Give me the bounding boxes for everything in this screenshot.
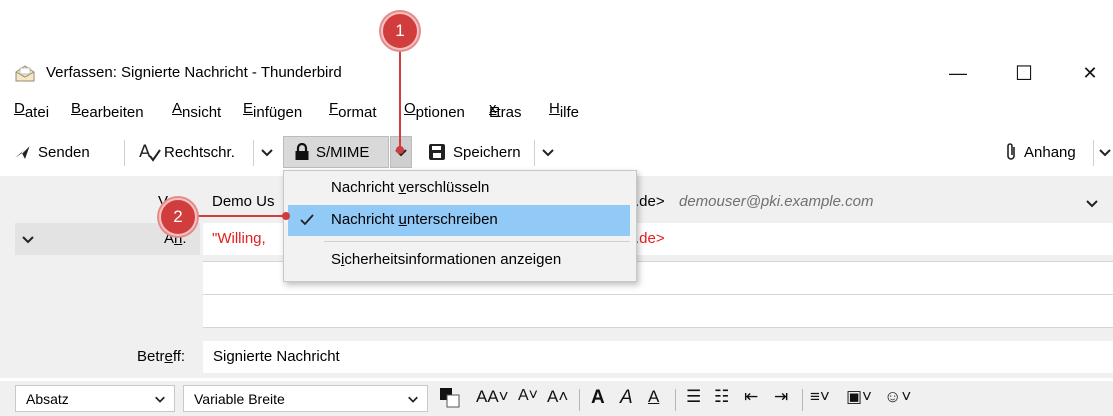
callout-2-badge: 2 [159, 198, 197, 236]
callout-1-dot [396, 146, 404, 154]
callout-1-badge: 1 [381, 12, 419, 50]
callout-2-dot [282, 212, 290, 220]
